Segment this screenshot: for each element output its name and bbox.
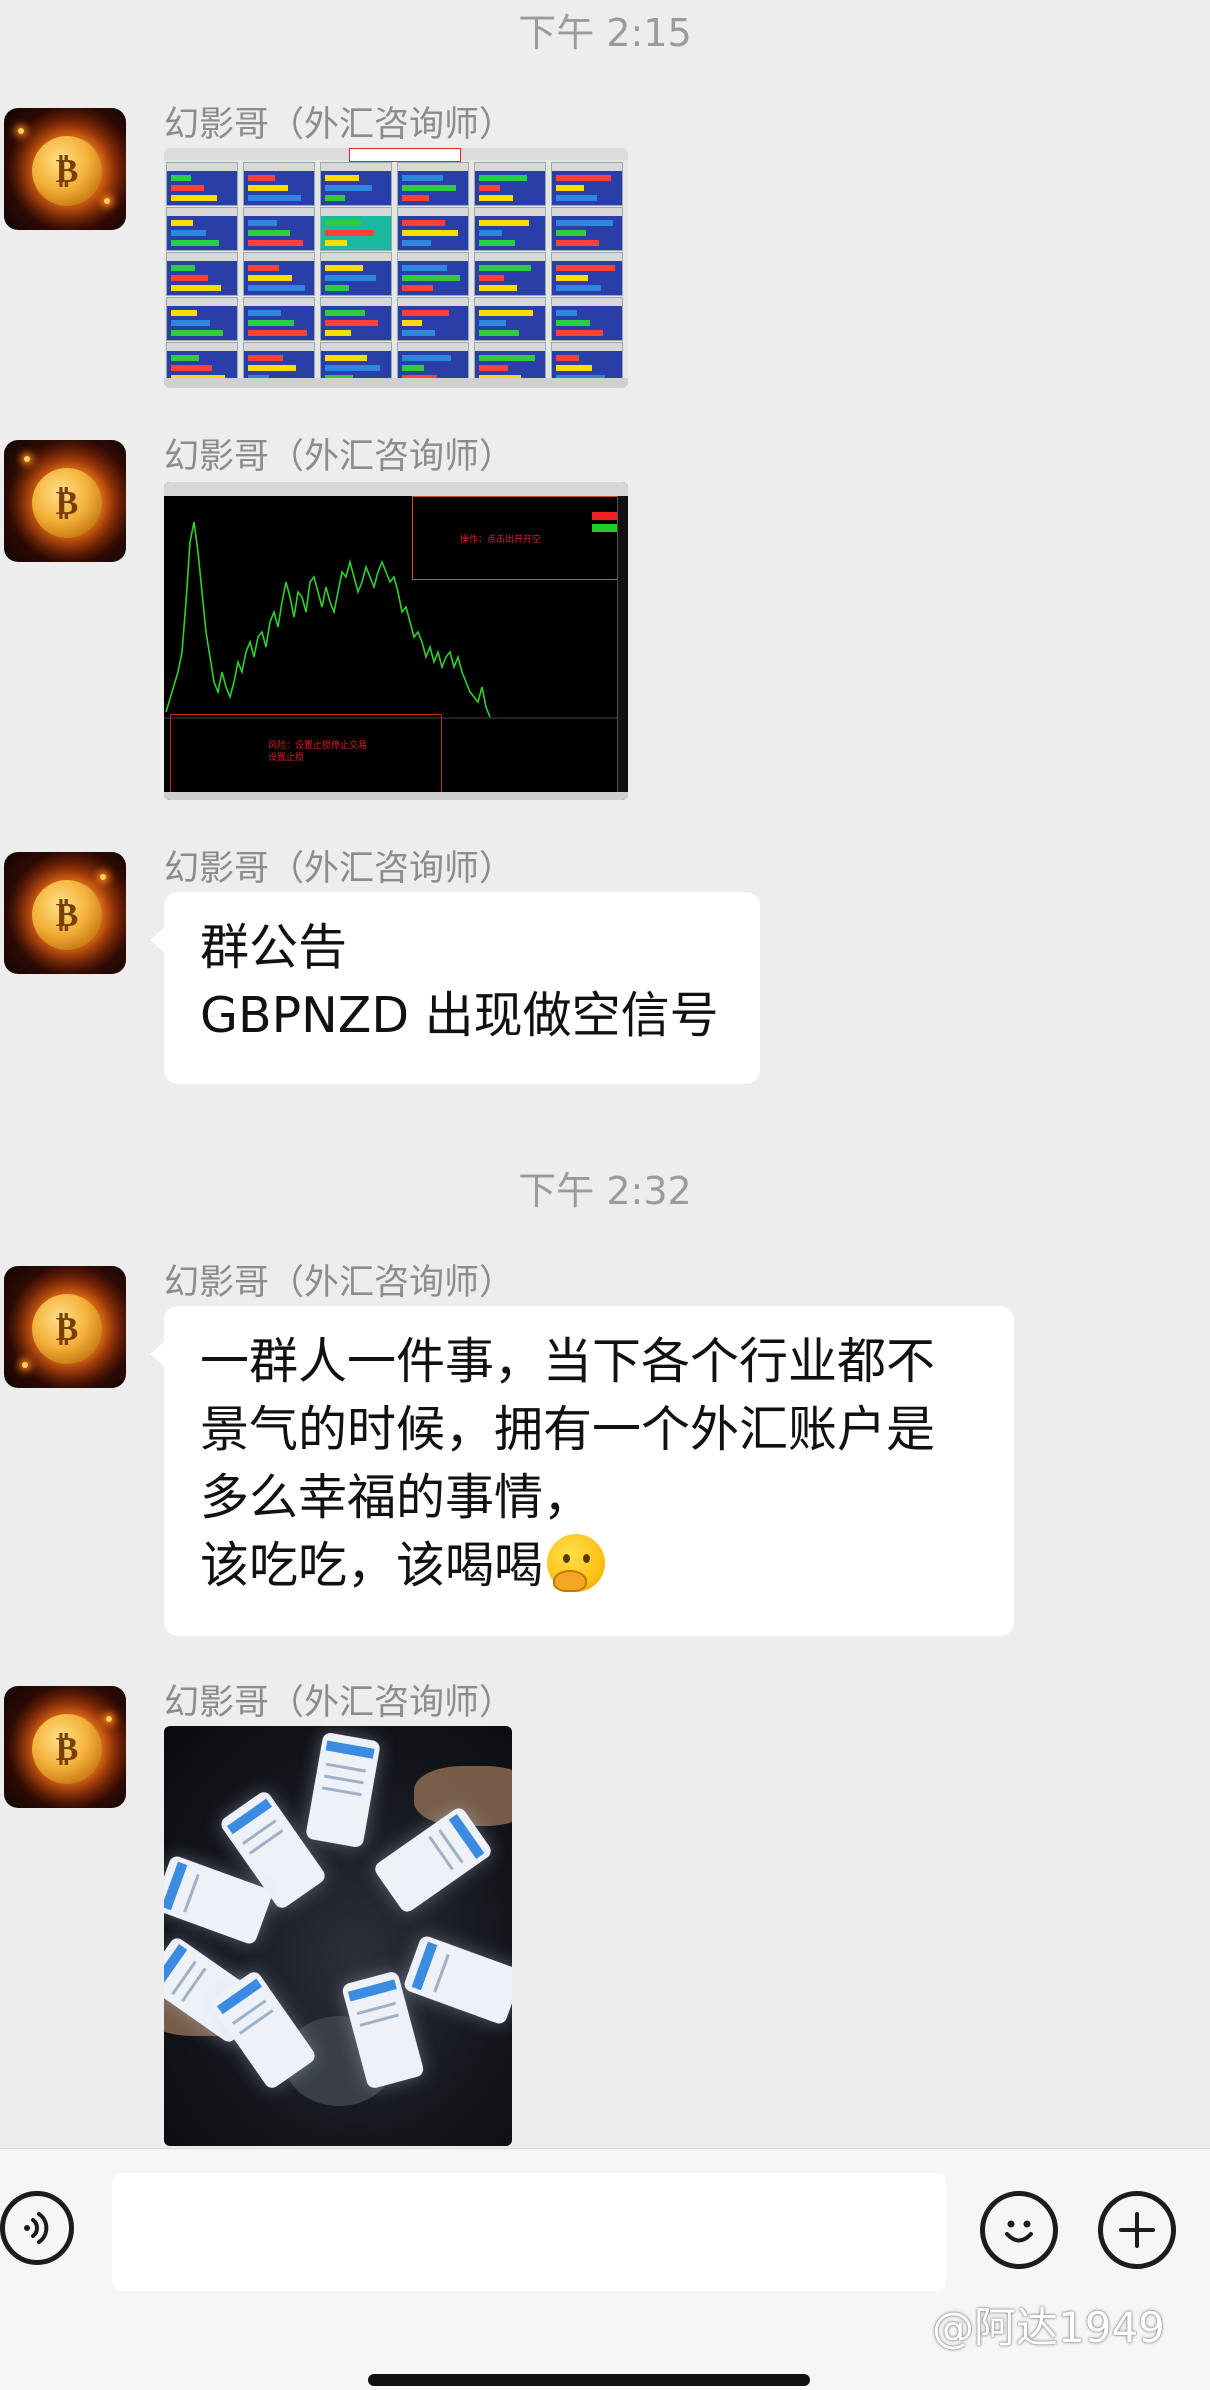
spark <box>100 874 106 880</box>
thinking-face-icon <box>547 1534 606 1592</box>
dashboard-cell <box>551 207 623 251</box>
dashboard-cell <box>397 297 469 341</box>
bitcoin-icon: ₿ <box>32 136 102 206</box>
phone <box>305 1731 381 1849</box>
dashboard-cell <box>397 162 469 206</box>
dashboard-footer <box>164 378 628 388</box>
sender-name: 幻影哥（外汇咨询师） <box>164 849 515 889</box>
dashboard-cell <box>166 252 238 296</box>
dashboard-cell <box>166 162 238 206</box>
bitcoin-icon: ₿ <box>32 468 102 538</box>
dashboard-cell <box>166 297 238 341</box>
risk-box <box>170 714 442 794</box>
dashboard-cell <box>320 207 392 251</box>
voice-icon-glyph <box>24 2212 49 2244</box>
dashboard-cell <box>243 207 315 251</box>
dashboard-cell <box>243 297 315 341</box>
spark <box>106 1716 112 1722</box>
dashboard-cell <box>243 252 315 296</box>
text-message-notice[interactable]: 群公告 GBPNZD 出现做空信号 <box>150 892 760 1084</box>
dashboard-cell <box>474 297 546 341</box>
avatar[interactable]: ₿ <box>4 108 126 230</box>
spark <box>24 456 30 462</box>
sender-name: 幻影哥（外汇咨询师） <box>164 1263 515 1303</box>
watermark: @阿达1949 <box>932 2303 1165 2352</box>
dashboard-cell <box>474 207 546 251</box>
price-axis <box>617 496 628 792</box>
dashboard-cell <box>551 297 623 341</box>
bitcoin-icon: ₿ <box>32 1714 102 1784</box>
chart-bottom-bar <box>164 792 628 800</box>
price-tag-red <box>592 512 618 520</box>
timestamp: 下午 2:15 <box>518 11 692 55</box>
dashboard-cell <box>474 252 546 296</box>
message-line: 景气的时候，拥有一个外汇账户是 <box>200 1401 936 1458</box>
timestamp: 下午 2:32 <box>518 1169 692 1213</box>
message-line: 一群人一件事，当下各个行业都不 <box>200 1333 936 1390</box>
price-tag-green <box>592 524 618 532</box>
voice-icon[interactable] <box>0 2191 74 2265</box>
bitcoin-icon: ₿ <box>32 880 102 950</box>
avatar[interactable]: ₿ <box>4 1266 126 1388</box>
dashboard-cell <box>551 162 623 206</box>
dashboard-title-box <box>349 148 461 162</box>
notice-body: GBPNZD 出现做空信号 <box>200 987 719 1044</box>
dashboard-cell <box>551 252 623 296</box>
avatar[interactable]: ₿ <box>4 1686 126 1808</box>
avatar[interactable]: ₿ <box>4 440 126 562</box>
notice-title: 群公告 <box>200 919 348 976</box>
avatar[interactable]: ₿ <box>4 852 126 974</box>
spark <box>22 1362 28 1368</box>
dashboard-cell <box>166 207 238 251</box>
message-input[interactable] <box>112 2173 946 2291</box>
image-message-photo[interactable] <box>164 1726 512 2146</box>
home-indicator[interactable] <box>368 2374 810 2386</box>
bitcoin-icon: ₿ <box>32 1294 102 1364</box>
plus-icon-glyph <box>1119 2212 1155 2248</box>
chart-note-bottom-2: 设置止损 <box>268 753 305 763</box>
text-message-forex[interactable]: 一群人一件事，当下各个行业都不 景气的时候，拥有一个外汇账户是 多么幸福的事情，… <box>150 1306 1014 1636</box>
sender-name: 幻影哥（外汇咨询师） <box>164 437 515 477</box>
emoji-icon-glyph <box>1005 2220 1033 2243</box>
dashboard-cell <box>397 252 469 296</box>
spark <box>104 198 110 204</box>
dashboard-cell <box>397 207 469 251</box>
dashboard-cell <box>243 162 315 206</box>
phone <box>402 1934 512 2026</box>
image-message-chart[interactable]: 操作：点击出开开空 风险：设置止损停止交易 设置止损 <box>164 482 628 800</box>
message-line: 该吃吃，该喝喝 <box>200 1537 544 1594</box>
message-line: 多么幸福的事情， <box>200 1469 593 1526</box>
sender-name: 幻影哥（外汇咨询师） <box>164 105 515 145</box>
chart-note-top: 操作：点击出开开空 <box>460 535 542 545</box>
spark <box>18 128 24 134</box>
dashboard-cell <box>320 252 392 296</box>
dashboard-cell <box>474 162 546 206</box>
emoji-icon[interactable] <box>980 2191 1058 2269</box>
sender-name: 幻影哥（外汇咨询师） <box>164 1683 515 1723</box>
plus-icon[interactable] <box>1098 2191 1176 2269</box>
dashboard-cell <box>320 162 392 206</box>
dashboard-cell <box>320 297 392 341</box>
image-message-dashboard[interactable] <box>164 148 628 388</box>
